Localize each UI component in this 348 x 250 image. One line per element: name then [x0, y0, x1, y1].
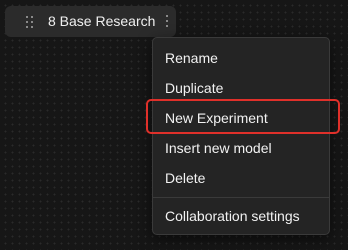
menu-item-new-experiment[interactable]: New Experiment	[165, 110, 268, 127]
context-menu: Rename Duplicate New Experiment Insert n…	[152, 37, 330, 235]
menu-item-duplicate[interactable]: Duplicate	[165, 80, 223, 97]
model-tab[interactable]: 8 Base Research	[5, 6, 176, 37]
menu-item-collaboration-settings[interactable]: Collaboration settings	[165, 208, 300, 225]
menu-item-delete[interactable]: Delete	[165, 170, 205, 187]
more-vertical-icon[interactable]	[164, 15, 170, 28]
menu-item-rename[interactable]: Rename	[165, 50, 218, 67]
drag-handle-icon[interactable]	[26, 16, 34, 28]
menu-divider	[153, 197, 329, 198]
menu-item-insert-new-model[interactable]: Insert new model	[165, 140, 272, 157]
tab-title: 8 Base Research	[48, 13, 156, 29]
